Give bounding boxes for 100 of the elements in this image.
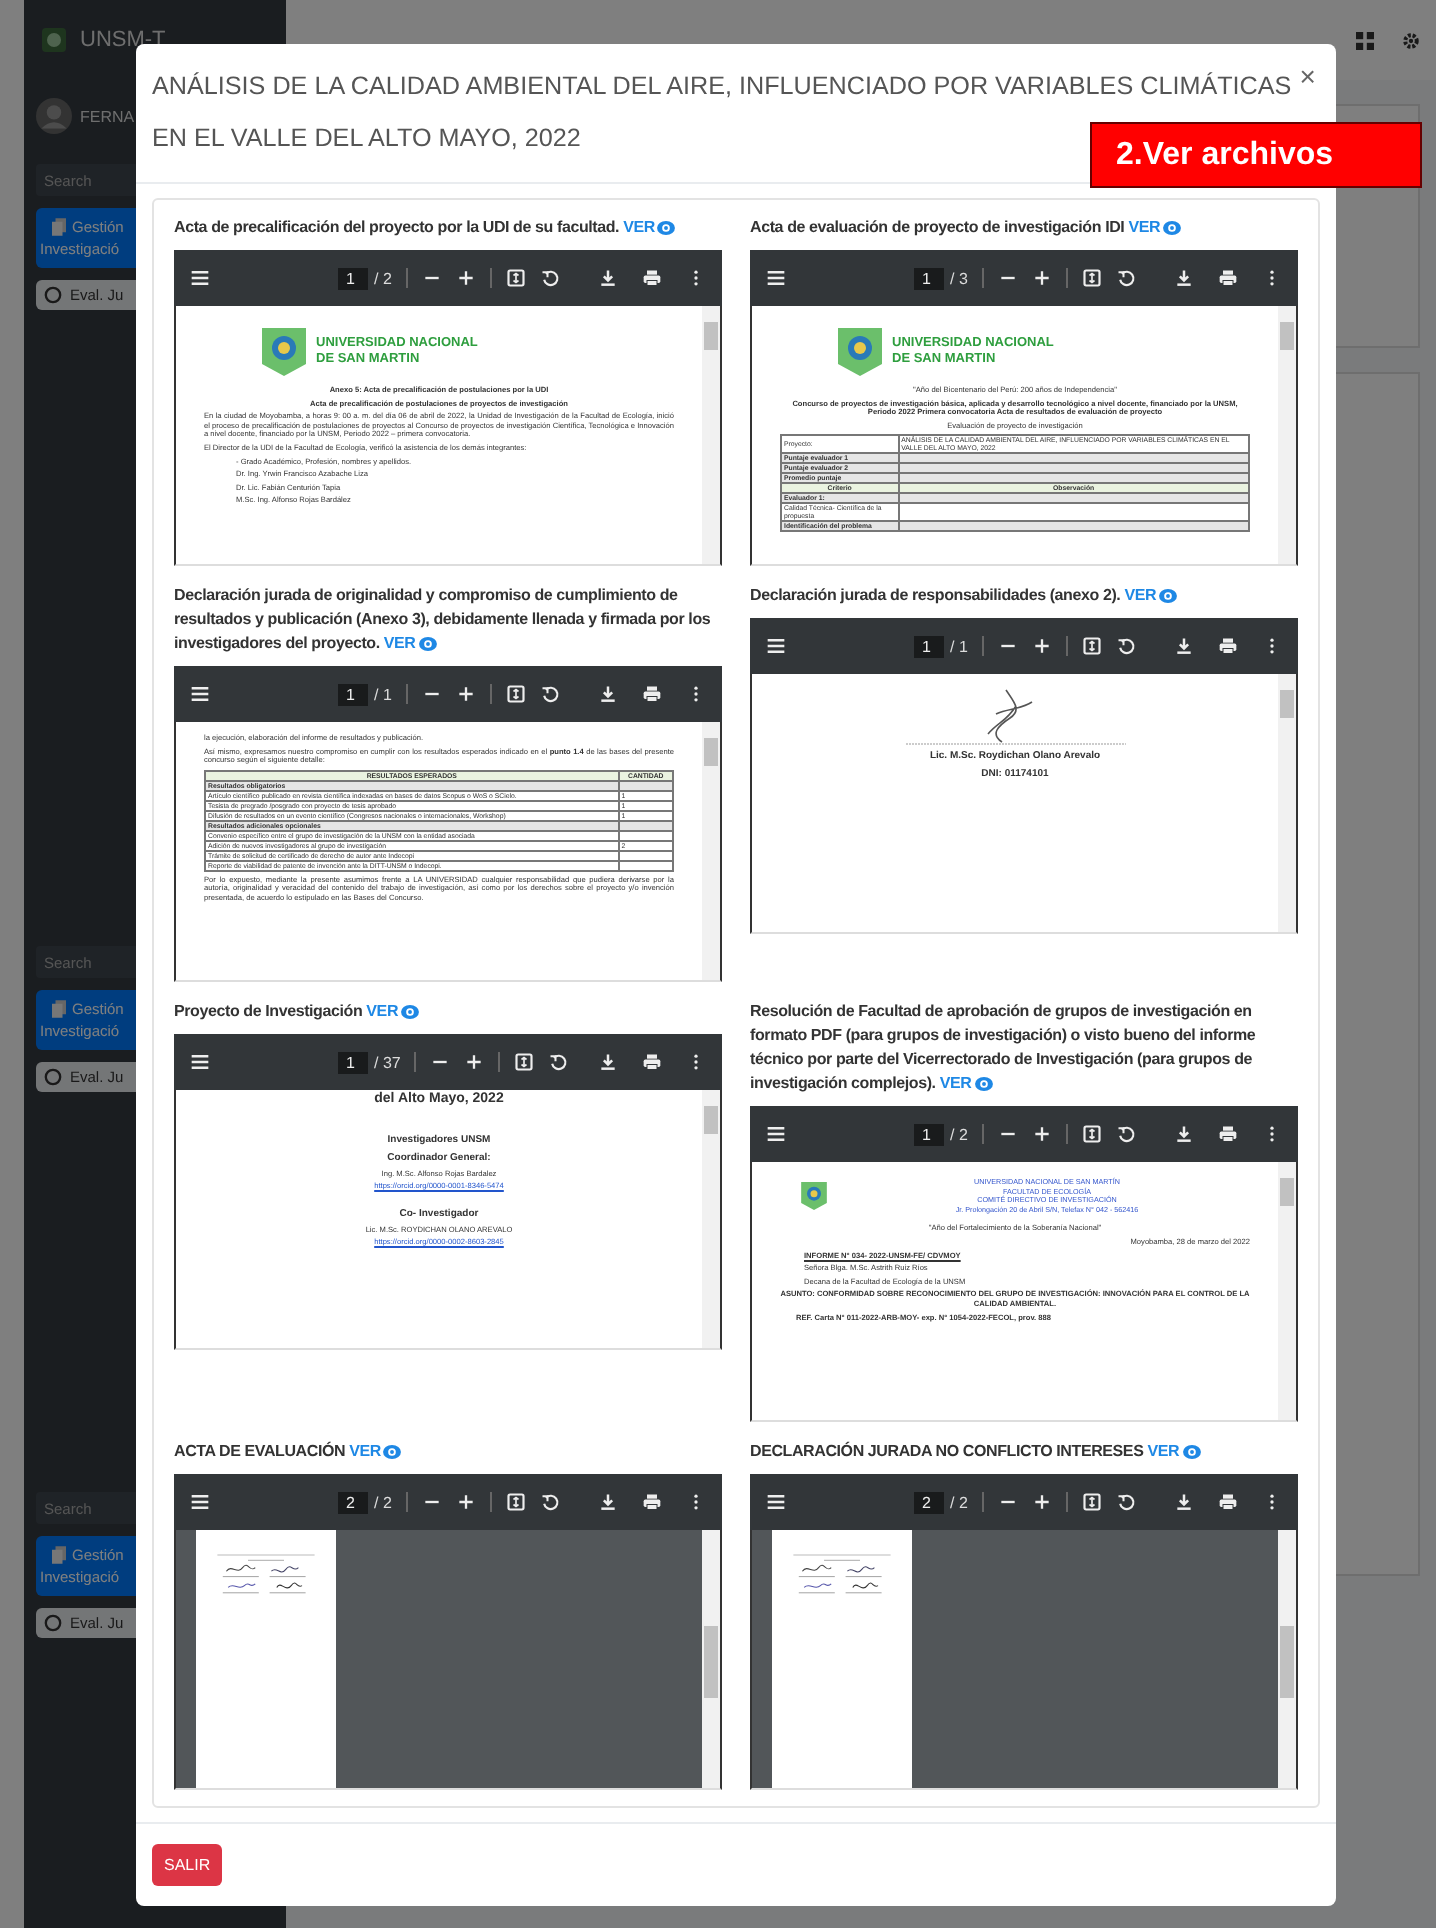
scrollbar[interactable] <box>1278 1162 1296 1420</box>
scrollbar[interactable] <box>1278 306 1296 564</box>
page-number-field[interactable]: 1 <box>914 1123 944 1145</box>
page-number-field[interactable]: 2 <box>914 1491 944 1513</box>
grid-icon[interactable] <box>1356 31 1374 49</box>
zoom-in-icon[interactable] <box>464 1052 485 1072</box>
menu-icon[interactable] <box>766 1124 786 1144</box>
menu-icon[interactable] <box>190 1492 210 1512</box>
menu-icon[interactable] <box>766 268 786 288</box>
download-icon[interactable] <box>1174 268 1194 288</box>
page-count: / 2 <box>374 1493 392 1511</box>
scrollbar[interactable] <box>702 1090 720 1348</box>
view-link[interactable]: VER <box>366 1000 421 1024</box>
close-button[interactable]: × <box>1291 60 1324 92</box>
view-link[interactable]: VER <box>1128 216 1183 240</box>
copy-icon <box>52 1546 66 1564</box>
menu-icon[interactable] <box>766 636 786 656</box>
page-count: / 2 <box>374 269 392 287</box>
download-icon[interactable] <box>598 1492 618 1512</box>
scrollbar[interactable] <box>702 1530 720 1788</box>
settings-icon[interactable] <box>1402 31 1420 49</box>
annotation-label: 2.Ver archivos <box>1090 122 1422 188</box>
eye-icon <box>382 1444 403 1460</box>
page-count: / 3 <box>950 269 968 287</box>
zoom-in-icon[interactable] <box>1031 268 1052 288</box>
download-icon[interactable] <box>598 1052 618 1072</box>
circle-icon <box>44 286 62 304</box>
download-icon[interactable] <box>598 684 618 704</box>
view-link[interactable]: VER <box>623 216 677 240</box>
zoom-in-icon[interactable] <box>455 1492 476 1512</box>
view-link[interactable]: VER <box>939 1072 994 1096</box>
page-number-field[interactable]: 1 <box>338 683 368 705</box>
fit-page-icon[interactable] <box>505 268 526 288</box>
fit-page-icon[interactable] <box>1081 636 1102 656</box>
page-number-field[interactable]: 1 <box>338 1051 368 1073</box>
rotate-icon[interactable] <box>539 1492 560 1512</box>
fit-page-icon[interactable] <box>1081 268 1102 288</box>
fit-page-icon[interactable] <box>505 684 526 704</box>
download-icon[interactable] <box>1174 636 1194 656</box>
zoom-in-icon[interactable] <box>455 684 476 704</box>
university-crest-icon <box>260 326 308 378</box>
fit-page-icon[interactable] <box>1081 1492 1102 1512</box>
view-link[interactable]: VER <box>1124 584 1179 608</box>
print-icon[interactable] <box>642 684 662 704</box>
document-label: Declaración jurada de responsabilidades (anexo 2). VER <box>750 584 1298 608</box>
download-icon[interactable] <box>1174 1492 1194 1512</box>
print-icon[interactable] <box>642 1052 662 1072</box>
menu-icon[interactable] <box>766 1492 786 1512</box>
page-number-field[interactable]: 1 <box>914 267 944 289</box>
print-icon[interactable] <box>1218 1492 1238 1512</box>
table-cell <box>618 780 673 791</box>
university-crest-icon <box>800 1180 828 1213</box>
rotate-icon[interactable] <box>539 268 560 288</box>
page-number-field[interactable]: 1 <box>338 267 368 289</box>
page-count: / 37 <box>374 1053 401 1071</box>
rotate-icon[interactable] <box>1115 268 1136 288</box>
zoom-in-icon[interactable] <box>1031 1124 1052 1144</box>
scrollbar[interactable] <box>1278 1530 1296 1788</box>
print-icon[interactable] <box>642 268 662 288</box>
zoom-in-icon[interactable] <box>1031 636 1052 656</box>
fit-page-icon[interactable] <box>1081 1124 1102 1144</box>
download-icon[interactable] <box>1174 1124 1194 1144</box>
print-icon[interactable] <box>1218 636 1238 656</box>
eye-icon <box>973 1076 994 1092</box>
rotate-icon[interactable] <box>548 1052 569 1072</box>
rotate-icon[interactable] <box>1115 636 1136 656</box>
zoom-in-icon[interactable] <box>1031 1492 1052 1512</box>
print-icon[interactable] <box>1218 1124 1238 1144</box>
print-icon[interactable] <box>1218 268 1238 288</box>
rotate-icon[interactable] <box>539 684 560 704</box>
user-name: FERNA <box>80 107 135 125</box>
document-label: Acta de evaluación de proyecto de investigación IDI VER <box>750 216 1298 240</box>
brand-name: UNSM-T <box>80 28 166 52</box>
view-link[interactable]: VER <box>349 1440 403 1464</box>
view-link[interactable]: VER <box>383 632 438 656</box>
page-number-field[interactable]: 2 <box>338 1491 368 1513</box>
scrollbar[interactable] <box>1278 674 1296 932</box>
modal-title: ANÁLISIS DE LA CALIDAD AMBIENTAL DEL AIRE, INFLUENCIADO POR VARIABLES CLIMÁTICAS <box>152 70 1292 104</box>
avatar-icon <box>36 98 72 134</box>
download-icon[interactable] <box>598 268 618 288</box>
exit-button[interactable]: SALIR <box>152 1844 223 1886</box>
scrollbar[interactable] <box>702 722 720 980</box>
rotate-icon[interactable] <box>1115 1492 1136 1512</box>
menu-icon[interactable] <box>190 268 210 288</box>
circle-icon <box>44 1614 62 1632</box>
zoom-in-icon[interactable] <box>455 268 476 288</box>
fit-page-icon[interactable] <box>505 1492 526 1512</box>
menu-icon[interactable] <box>190 684 210 704</box>
menu-icon[interactable] <box>190 1052 210 1072</box>
eye-icon <box>1181 1444 1202 1460</box>
rotate-icon[interactable] <box>1115 1124 1136 1144</box>
scrollbar[interactable] <box>702 306 720 564</box>
page-number-field[interactable]: 1 <box>914 635 944 657</box>
view-link[interactable]: VER <box>1147 1440 1202 1464</box>
eye-icon <box>1158 588 1179 604</box>
document-label: Proyecto de Investigación VER <box>174 1000 722 1024</box>
eye-icon <box>656 220 677 236</box>
modal-title: EN EL VALLE DEL ALTO MAYO, 2022 <box>152 122 581 156</box>
print-icon[interactable] <box>642 1492 662 1512</box>
fit-page-icon[interactable] <box>514 1052 535 1072</box>
